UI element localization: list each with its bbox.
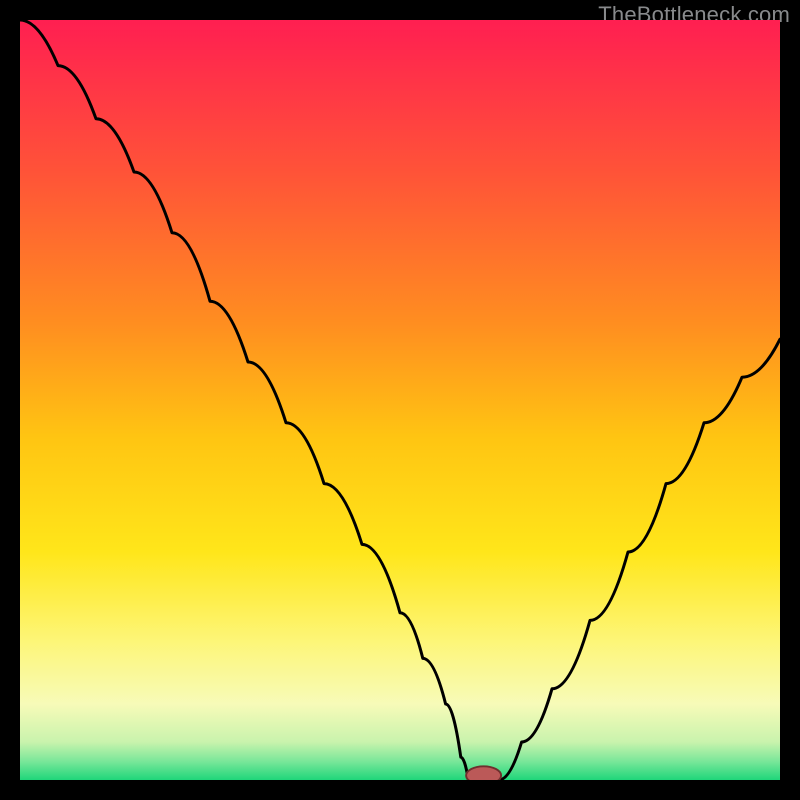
chart-stage: TheBottleneck.com [0, 0, 800, 800]
plot-background [20, 20, 780, 780]
optimum-marker [466, 766, 501, 780]
bottleneck-chart [20, 20, 780, 780]
